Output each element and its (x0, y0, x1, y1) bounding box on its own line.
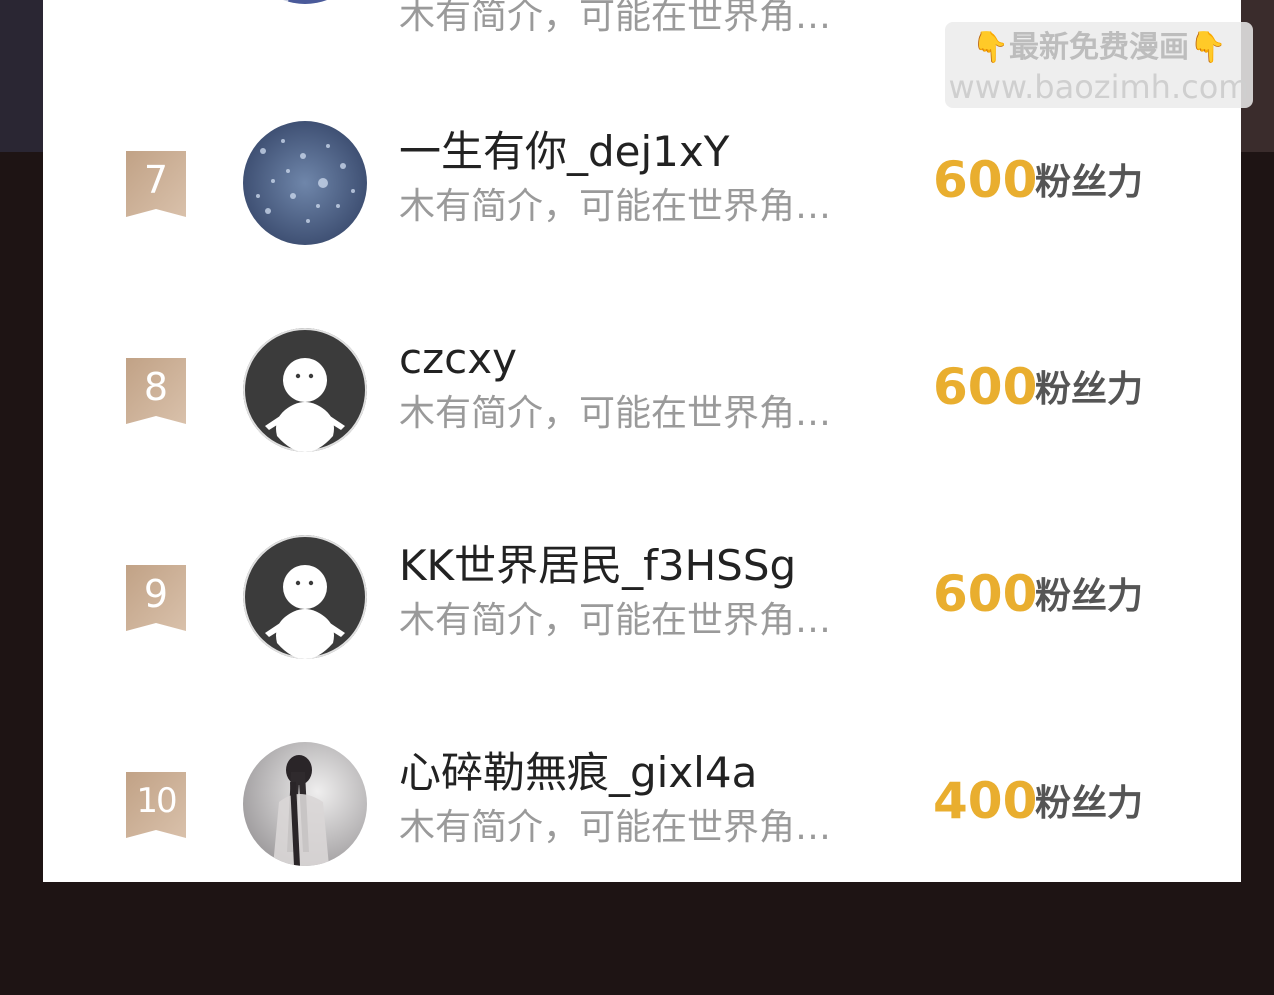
user-intro: 木有简介，可能在世界角… (399, 0, 832, 37)
list-item[interactable]: 10 心碎勒無痕_gixl4a 木有简介，可能在世界角… 400 粉丝力 (43, 739, 1241, 869)
watermark-url: www.baozimh.com (948, 68, 1250, 106)
default-avatar-icon (243, 328, 367, 452)
site-watermark: 👇最新免费漫画👇 www.baozimh.com (945, 22, 1253, 108)
fan-power-score: 600 (933, 151, 1038, 209)
fan-power-unit: 粉丝力 (1035, 369, 1144, 410)
fan-power-score: 600 (933, 565, 1038, 623)
rank-badge: 10 (126, 772, 186, 838)
rank-number: 7 (143, 158, 169, 202)
fan-power-unit: 粉丝力 (1035, 576, 1144, 617)
long-hair-figure-avatar-icon (243, 742, 367, 866)
user-name[interactable]: 一生有你_dej1xY (399, 124, 729, 180)
fan-power-unit: 粉丝力 (1035, 783, 1144, 824)
fan-power-score: 600 (933, 358, 1038, 416)
raindrops-avatar-icon (243, 121, 367, 245)
avatar[interactable] (243, 535, 367, 659)
fan-power-unit: 粉丝力 (1035, 162, 1144, 203)
watermark-text: 最新免费漫画 (1009, 30, 1189, 65)
user-intro: 木有简介，可能在世界角… (399, 186, 832, 227)
user-intro: 木有简介，可能在世界角… (399, 600, 832, 641)
avatar-partial[interactable] (243, 0, 367, 4)
user-name[interactable]: KK世界居民_f3HSSg (399, 538, 796, 594)
rank-badge: 8 (126, 358, 186, 424)
list-item[interactable]: 7 一生有你_dej1xY 木有简介，可能在世界角… 600 粉丝力 (43, 118, 1241, 248)
user-name[interactable]: 心碎勒無痕_gixl4a (399, 745, 757, 801)
user-intro: 木有简介，可能在世界角… (399, 393, 832, 434)
user-intro: 木有简介，可能在世界角… (399, 807, 832, 848)
fan-power-score: 400 (933, 772, 1038, 830)
rank-number: 9 (143, 572, 169, 616)
avatar[interactable] (243, 328, 367, 452)
avatar[interactable] (243, 121, 367, 245)
list-item[interactable]: 9 KK世界居民_f3HSSg 木有简介，可能在世界角… 600 粉丝力 (43, 532, 1241, 662)
list-item[interactable]: 8 czcxy 木有简介，可能在世界角… 600 粉丝力 (43, 325, 1241, 455)
pointing-down-hand-icon: 👇 (1189, 30, 1227, 65)
rank-number: 10 (136, 781, 177, 821)
rank-number: 8 (143, 365, 169, 409)
pointing-down-hand-icon: 👇 (971, 30, 1009, 65)
rank-badge: 7 (126, 151, 186, 217)
default-avatar-icon (243, 535, 367, 659)
rank-badge: 9 (126, 565, 186, 631)
user-name[interactable]: czcxy (399, 331, 517, 387)
fan-ranking-list[interactable]: 木有简介，可能在世界角… 7 一生有你_dej1xY 木有简介，可能在世界角… … (43, 0, 1241, 882)
avatar[interactable] (243, 742, 367, 866)
watermark-title: 👇最新免费漫画👇 (945, 28, 1253, 68)
